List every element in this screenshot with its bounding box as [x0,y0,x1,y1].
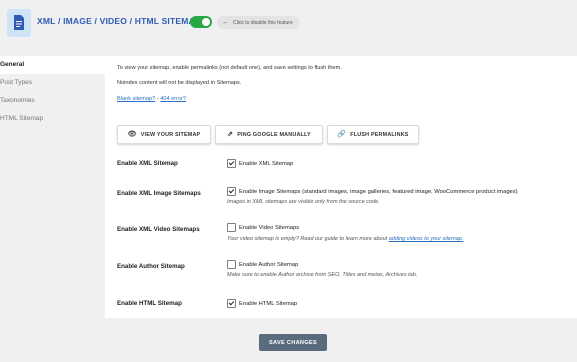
settings-panel: To view your sitemap, enable permalinks … [105,56,577,318]
ping-google-label: PING GOOGLE MANUALLY [237,131,311,138]
settings-sidebar: General Post Types Taxonomies HTML Sitem… [0,56,105,318]
feature-toggle[interactable] [190,16,212,28]
link-icon: 🔗 [337,131,347,138]
html-sitemap-checkbox-label: Enable HTML Sitemap [239,300,298,307]
video-sitemap-option: Enable Video Sitemaps [227,223,299,232]
adding-videos-link[interactable]: adding videos to your sitemap. [389,236,464,242]
sidebar-item-post-types[interactable]: Post Types [0,74,105,92]
save-changes-button[interactable]: SAVE CHANGES [259,334,327,351]
html-sitemap-label: Enable HTML Sitemap [117,300,182,307]
author-sitemap-label: Enable Author Sitemap [117,263,185,270]
author-sitemap-option: Enable Author Sitemap [227,260,298,269]
video-sitemap-checkbox[interactable] [227,223,236,232]
404-error-link[interactable]: 404 error? [160,96,186,102]
author-sitemap-checkbox-label: Enable Author Sitemap [239,261,299,268]
video-sitemap-checkbox-label: Enable Video Sitemaps [239,224,300,231]
video-sitemap-label: Enable XML Video Sitemaps [117,226,200,233]
blank-sitemap-link[interactable]: Blank sitemap? [117,96,155,102]
author-sitemap-checkbox[interactable] [227,260,236,269]
page-title: XML / IMAGE / VIDEO / HTML SITEMAP [37,16,201,26]
html-sitemap-checkbox[interactable] [227,299,236,308]
flush-permalinks-label: FLUSH PERMALINKS [350,131,409,138]
image-sitemap-checkbox[interactable] [227,187,236,196]
intro-text: To view your sitemap, enable permalinks … [117,65,342,71]
xml-sitemap-checkbox[interactable] [227,159,236,168]
xml-sitemap-option: Enable XML Sitemap [227,159,293,168]
flush-permalinks-button[interactable]: 🔗 FLUSH PERMALINKS [327,125,419,144]
video-sitemap-desc: Your video sitemap is empty? Read our gu… [227,236,463,242]
video-sitemap-desc-text: Your video sitemap is empty? Read our gu… [227,236,389,242]
sidebar-item-html-sitemap[interactable]: HTML Sitemap [0,110,105,128]
noindex-note: Noindex content will not be displayed in… [117,80,242,86]
ping-google-button[interactable]: ⇗ PING GOOGLE MANUALLY [215,125,323,144]
eye-icon: 👁 [127,131,137,138]
toggle-hint: ← Click to disable this feature [217,16,300,29]
html-sitemap-option: Enable HTML Sitemap [227,299,297,308]
view-sitemap-label: VIEW YOUR SITEMAP [140,131,201,138]
xml-sitemap-checkbox-label: Enable XML Sitemap [239,160,294,167]
toggle-hint-text: Click to disable this feature [233,19,293,26]
sidebar-item-general[interactable]: General [0,56,105,74]
external-link-icon: ⇗ [227,131,234,138]
page-header: XML / IMAGE / VIDEO / HTML SITEMAP ← Cli… [0,0,577,46]
document-icon [7,9,31,37]
toggle-knob [202,18,210,26]
sidebar-item-taxonomies[interactable]: Taxonomies [0,92,105,110]
image-sitemap-label: Enable XML Image Sitemaps [117,190,201,197]
image-sitemap-option: Enable Image Sitemaps (standard images, … [227,187,518,196]
author-sitemap-desc: Make sure to enable Author archive from … [227,272,418,278]
arrow-left-icon: ← [222,19,229,26]
view-sitemap-button[interactable]: 👁 VIEW YOUR SITEMAP [117,125,211,144]
xml-sitemap-label: Enable XML Sitemap [117,160,178,167]
image-sitemap-desc: Images in XML sitemaps are visible only … [227,199,380,205]
help-links: Blank sitemap? - 404 error? [117,96,186,102]
image-sitemap-checkbox-label: Enable Image Sitemaps (standard images, … [239,188,518,195]
